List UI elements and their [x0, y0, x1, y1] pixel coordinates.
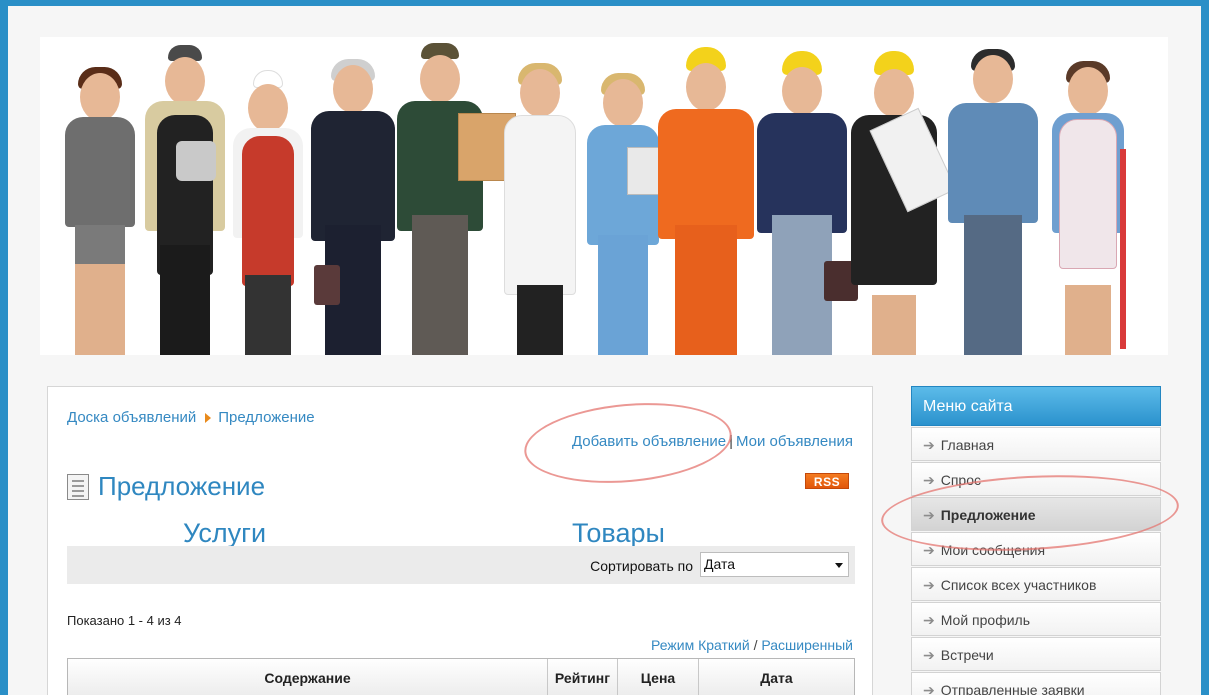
site-menu-title: Меню сайта	[911, 386, 1161, 426]
category-goods-link[interactable]: Товары	[572, 518, 665, 549]
document-icon	[67, 473, 89, 500]
sort-select[interactable]: Дата	[700, 552, 849, 577]
column-header-rating[interactable]: Рейтинг	[548, 659, 618, 695]
arrow-right-icon: ➔	[923, 507, 935, 523]
page-frame: Доска объявлений Предложение Добавить объ…	[8, 6, 1201, 695]
banner-person	[1038, 59, 1138, 355]
arrow-right-icon: ➔	[923, 437, 935, 453]
arrow-right-icon: ➔	[923, 647, 935, 663]
menu-item-offer[interactable]: ➔ Предложение	[911, 497, 1161, 531]
banner-person	[945, 45, 1041, 355]
breadcrumb-current-link[interactable]: Предложение	[218, 409, 314, 426]
breadcrumb-root-link[interactable]: Доска объявлений	[67, 409, 196, 426]
ad-actions: Добавить объявление | Мои объявления	[572, 433, 853, 450]
add-ad-link[interactable]: Добавить объявление	[572, 433, 726, 450]
column-header-content[interactable]: Содержание	[68, 659, 548, 695]
banner-person	[583, 71, 663, 355]
column-header-price[interactable]: Цена	[618, 659, 699, 695]
view-mode-extended-link[interactable]: Расширенный	[761, 637, 853, 653]
breadcrumb-arrow-icon	[205, 412, 212, 423]
sort-select-value: Дата	[704, 556, 736, 572]
menu-item-label: Предложение	[940, 507, 1036, 523]
rss-feed-button[interactable]: RSS	[805, 473, 849, 489]
sort-label: Сортировать по	[590, 558, 693, 574]
link-separator: |	[729, 433, 733, 450]
main-content-panel: Доска объявлений Предложение Добавить объ…	[47, 386, 873, 695]
header-banner-image	[40, 37, 1168, 355]
banner-person	[500, 61, 580, 355]
menu-item-label: Мои сообщения	[940, 542, 1046, 558]
view-mode-brief-link[interactable]: Режим Краткий	[651, 637, 750, 653]
menu-item-label: Отправленные заявки	[940, 682, 1085, 695]
arrow-right-icon: ➔	[923, 577, 935, 593]
my-ads-link[interactable]: Мои объявления	[736, 433, 853, 450]
view-mode-switch: Режим Краткий / Расширенный	[651, 637, 853, 653]
menu-item-label: Встречи	[940, 647, 994, 663]
page-heading: Предложение	[67, 471, 265, 502]
banner-person	[392, 43, 516, 355]
column-header-date[interactable]: Дата	[699, 659, 854, 695]
menu-item-label: Список всех участников	[940, 577, 1097, 593]
banner-person	[60, 65, 140, 355]
menu-item-label: Мой профиль	[940, 612, 1031, 628]
menu-item-all-members[interactable]: ➔ Список всех участников	[911, 567, 1161, 601]
results-count: Показано 1 - 4 из 4	[67, 613, 182, 628]
category-services-link[interactable]: Услуги	[183, 518, 266, 549]
menu-item-home[interactable]: ➔ Главная	[911, 427, 1161, 461]
page-title: Предложение	[98, 471, 266, 501]
banner-person	[308, 55, 398, 355]
menu-item-my-messages[interactable]: ➔ Мои сообщения	[911, 532, 1161, 566]
menu-item-my-profile[interactable]: ➔ Мой профиль	[911, 602, 1161, 636]
banner-person	[754, 51, 858, 355]
menu-item-label: Главная	[940, 437, 995, 453]
menu-item-demand[interactable]: ➔ Спрос	[911, 462, 1161, 496]
menu-item-meetings[interactable]: ➔ Встречи	[911, 637, 1161, 671]
ads-table-header: Содержание Рейтинг Цена Дата	[67, 658, 855, 695]
arrow-right-icon: ➔	[923, 472, 935, 488]
banner-person	[656, 47, 756, 355]
banner-person	[846, 51, 957, 355]
site-menu: Меню сайта ➔ Главная ➔ Спрос ➔ Предложение …	[911, 386, 1161, 695]
breadcrumb: Доска объявлений Предложение	[67, 409, 315, 426]
menu-item-label: Спрос	[940, 472, 981, 488]
banner-person	[228, 70, 308, 355]
arrow-right-icon: ➔	[923, 542, 935, 558]
dropdown-arrow-icon	[835, 563, 843, 568]
view-mode-separator: /	[753, 637, 758, 653]
banner-person	[140, 45, 230, 355]
arrow-right-icon: ➔	[923, 682, 935, 695]
sort-bar: Сортировать по Дата	[67, 546, 855, 584]
menu-item-sent-requests[interactable]: ➔ Отправленные заявки	[911, 672, 1161, 695]
arrow-right-icon: ➔	[923, 612, 935, 628]
